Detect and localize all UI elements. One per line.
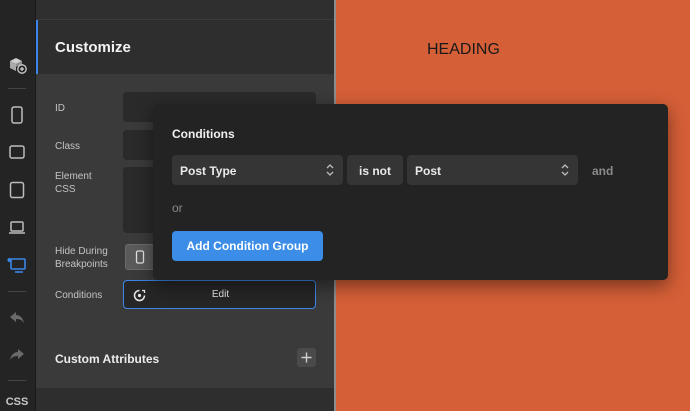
conditions-edit-label: Edit [211, 289, 230, 300]
conditions-popup: Conditions Post Type is not Post and or … [153, 104, 668, 280]
panel-title: Customize [55, 39, 131, 56]
select-arrows-icon [326, 164, 334, 176]
class-label: Class [55, 141, 81, 152]
panel-footer [36, 388, 334, 411]
panel-top-band [36, 0, 334, 20]
tablet-portrait-icon[interactable] [0, 178, 34, 202]
custom-attributes-label: Custom Attributes [55, 352, 160, 366]
condition-operator-select[interactable]: is not [347, 155, 403, 185]
condition-field-value: Post Type [180, 164, 237, 178]
redo-icon[interactable] [0, 342, 34, 366]
plus-icon [301, 352, 312, 363]
condition-field-select[interactable]: Post Type [172, 155, 343, 185]
toolbar-divider [8, 88, 26, 89]
condition-operator-value: is not [359, 164, 391, 178]
or-button[interactable]: or [172, 201, 183, 215]
panel-header[interactable]: Customize [36, 20, 334, 74]
laptop-icon[interactable] [0, 216, 34, 240]
desktop-icon[interactable] [0, 253, 34, 277]
conditions-edit-button[interactable]: Edit [123, 280, 316, 309]
conditions-title: Conditions [172, 127, 235, 141]
mobile-portrait-icon [135, 250, 145, 264]
add-condition-group-button[interactable]: Add Condition Group [172, 231, 323, 261]
condition-value-value: Post [415, 164, 442, 178]
add-element-icon[interactable] [0, 53, 34, 77]
left-toolbar: CSS [0, 0, 36, 411]
toolbar-divider [8, 291, 26, 292]
add-condition-group-label: Add Condition Group [186, 239, 309, 253]
element-css-label: Element CSS [55, 171, 92, 195]
toolbar-divider [8, 380, 26, 381]
condition-value-select[interactable]: Post [407, 155, 578, 185]
css-label[interactable]: CSS [0, 396, 34, 408]
and-button[interactable]: and [592, 164, 613, 178]
conditions-label: Conditions [55, 290, 103, 301]
undo-icon[interactable] [0, 305, 34, 329]
heading-element[interactable]: HEADING [427, 41, 500, 59]
add-attribute-button[interactable] [297, 348, 316, 367]
hide-during-breakpoints-label: Hide During Breakpoints [55, 246, 108, 270]
select-arrows-icon [561, 164, 569, 176]
tablet-landscape-icon[interactable] [0, 140, 34, 164]
id-label: ID [55, 103, 65, 114]
breakpoint-mobile-toggle[interactable] [125, 244, 155, 270]
mobile-portrait-icon[interactable] [0, 103, 34, 127]
